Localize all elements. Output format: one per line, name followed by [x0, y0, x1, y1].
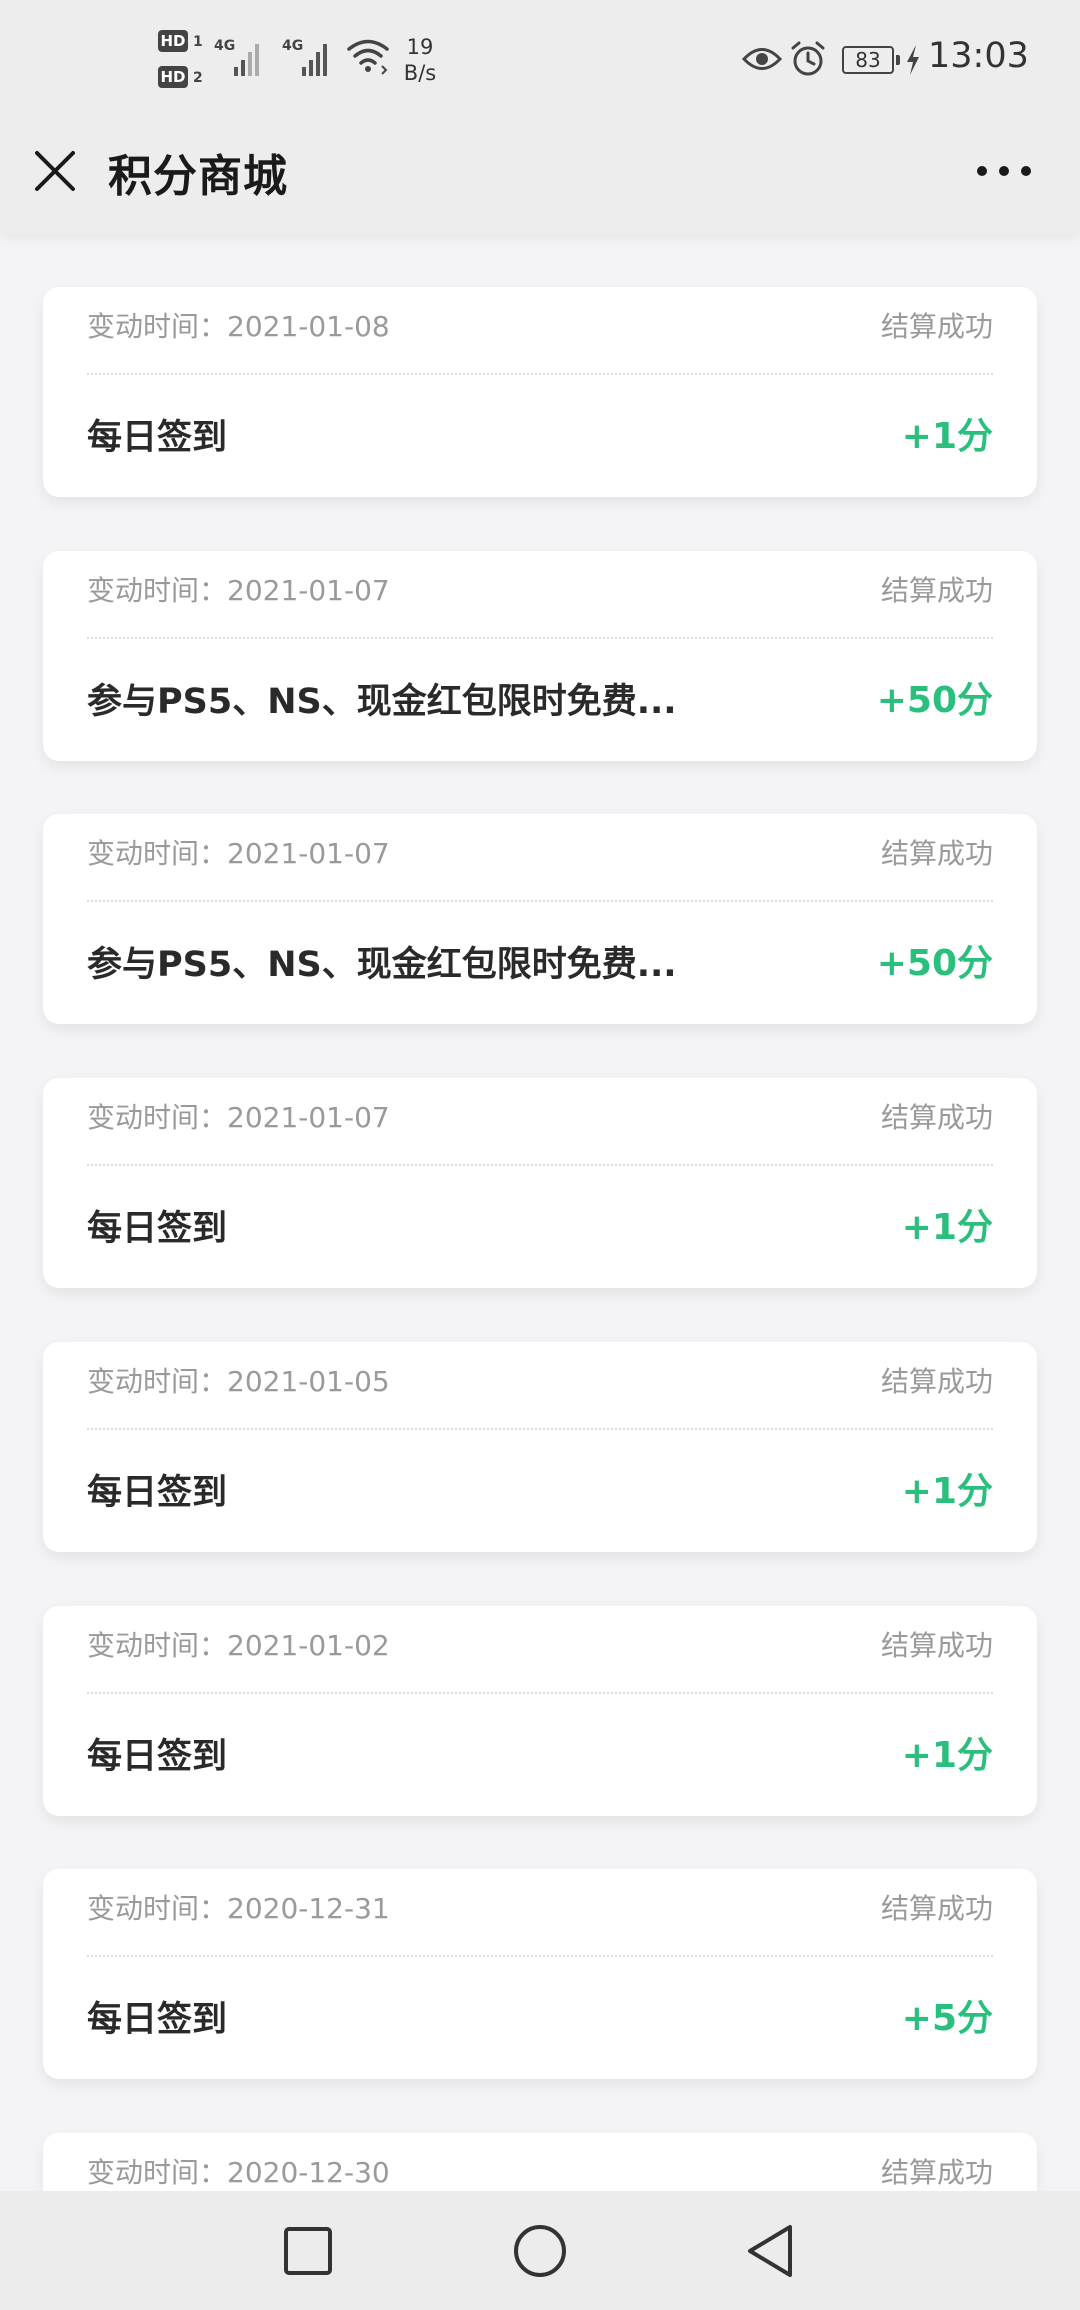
record-card[interactable]: 变动时间：2020-12-31 结算成功 每日签到 +5分 [43, 1869, 1037, 2079]
record-card[interactable]: 变动时间：2021-01-07 结算成功 参与PS5、NS、现金红包限时免费..… [43, 551, 1037, 761]
screen: HD 1 HD 2 4G 4G 19 B/s 83 13:03 积分商城 变动时… [0, 0, 1080, 2310]
network-speed: 19 B/s [396, 34, 444, 86]
network-type-2: 4G [282, 38, 304, 54]
record-title: 每日签到 [87, 1737, 228, 1777]
back-triangle-icon[interactable] [740, 2219, 804, 2283]
record-card[interactable]: 变动时间：2021-01-07 结算成功 参与PS5、NS、现金红包限时免费..… [43, 814, 1037, 1024]
sim-index-2: 2 [193, 70, 203, 86]
record-card[interactable]: 变动时间：2020-12-30 结算成功 [43, 2133, 1037, 2191]
record-status: 结算成功 [880, 837, 993, 870]
signal-icon [302, 42, 332, 76]
record-divider [87, 1428, 993, 1430]
record-points: +50分 [876, 680, 993, 721]
record-card[interactable]: 变动时间：2021-01-05 结算成功 每日签到 +1分 [43, 1342, 1037, 1552]
record-points: +1分 [901, 416, 993, 457]
battery-icon: 83 [842, 46, 900, 74]
more-dots-icon[interactable] [972, 146, 1036, 196]
sim-indicators: HD 1 HD 2 [158, 30, 208, 92]
record-divider [87, 637, 993, 639]
record-time: 变动时间：2021-01-07 [87, 837, 390, 870]
status-time: 13:03 [928, 36, 1029, 76]
network-speed-value: 19 [406, 35, 434, 59]
record-status: 结算成功 [880, 1101, 993, 1134]
record-title: 每日签到 [87, 1209, 228, 1249]
record-title: 参与PS5、NS、现金红包限时免费... [87, 945, 677, 985]
record-time: 变动时间：2021-01-07 [87, 574, 390, 607]
charging-bolt-icon [907, 45, 919, 75]
record-status: 结算成功 [880, 1892, 993, 1925]
record-time: 变动时间：2021-01-05 [87, 1365, 390, 1398]
network-type-1: 4G [214, 38, 236, 54]
alarm-icon [791, 41, 825, 76]
record-title: 参与PS5、NS、现金红包限时免费... [87, 682, 677, 722]
record-card[interactable]: 变动时间：2021-01-08 结算成功 每日签到 +1分 [43, 287, 1037, 497]
record-status: 结算成功 [880, 1629, 993, 1662]
hd-badge-2: HD [158, 66, 188, 88]
record-points: +1分 [901, 1735, 993, 1776]
record-divider [87, 1164, 993, 1166]
record-divider [87, 1955, 993, 1957]
record-time: 变动时间：2020-12-31 [87, 1892, 390, 1925]
navigation-bar: 积分商城 [0, 118, 1080, 233]
close-icon[interactable] [30, 146, 80, 196]
record-status: 结算成功 [880, 310, 993, 343]
sim-index-1: 1 [193, 34, 203, 50]
record-divider [87, 900, 993, 902]
eye-icon [742, 48, 782, 70]
signal-icon [234, 42, 264, 76]
record-points: +5分 [901, 1998, 993, 2039]
wifi-icon [347, 39, 389, 75]
page-title: 积分商城 [108, 151, 288, 202]
record-card[interactable]: 变动时间：2021-01-07 结算成功 每日签到 +1分 [43, 1078, 1037, 1288]
record-status: 结算成功 [880, 1365, 993, 1398]
record-time: 变动时间：2021-01-02 [87, 1629, 390, 1662]
record-card[interactable]: 变动时间：2021-01-02 结算成功 每日签到 +1分 [43, 1606, 1037, 1816]
network-speed-unit: B/s [403, 61, 437, 85]
record-divider [87, 1692, 993, 1694]
record-title: 每日签到 [87, 1473, 228, 1513]
record-time: 变动时间：2021-01-07 [87, 1101, 390, 1134]
hd-badge-1: HD [158, 30, 188, 52]
home-circle-icon[interactable] [508, 2219, 572, 2283]
record-title: 每日签到 [87, 2000, 228, 2040]
record-time: 变动时间：2021-01-08 [87, 310, 390, 343]
record-status: 结算成功 [880, 2156, 993, 2189]
record-title: 每日签到 [87, 418, 228, 458]
record-status: 结算成功 [880, 574, 993, 607]
record-time: 变动时间：2020-12-30 [87, 2156, 390, 2189]
status-bar: HD 1 HD 2 4G 4G 19 B/s 83 13:03 [0, 0, 1080, 118]
record-points: +1分 [901, 1207, 993, 1248]
points-record-list[interactable]: 变动时间：2021-01-08 结算成功 每日签到 +1分 变动时间：2021-… [0, 233, 1080, 2191]
record-points: +1分 [901, 1471, 993, 1512]
record-divider [87, 373, 993, 375]
recent-apps-square-icon[interactable] [276, 2219, 340, 2283]
record-points: +50分 [876, 943, 993, 984]
system-navigation-bar [0, 2191, 1080, 2310]
